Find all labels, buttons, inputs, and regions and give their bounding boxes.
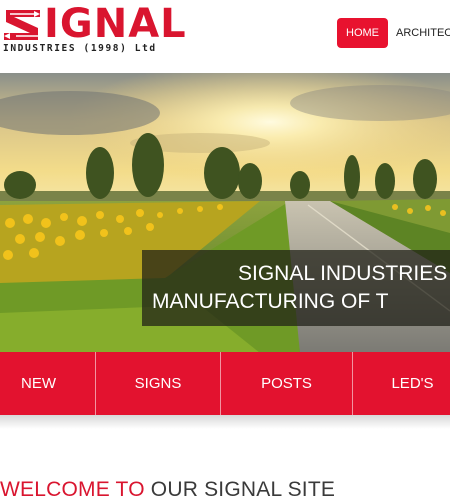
nav-home[interactable]: HOME	[337, 18, 388, 48]
category-leds[interactable]: LED'S	[353, 352, 450, 415]
category-posts[interactable]: POSTS	[221, 352, 353, 415]
hero-caption-line2: MANUFACTURING OF T	[152, 290, 389, 313]
category-bar-shadow	[0, 415, 450, 429]
signal-logo[interactable]: IGNAL INDUSTRIES (1998) Ltd	[0, 2, 200, 58]
nav-architecture[interactable]: ARCHITECTU	[388, 18, 450, 48]
hero-banner: SIGNAL INDUSTRIES H MANUFACTURING OF T	[0, 73, 450, 353]
category-new[interactable]: NEW	[0, 352, 96, 415]
site-header: IGNAL INDUSTRIES (1998) Ltd HOME ARCHITE…	[0, 0, 450, 70]
logo-subtitle: INDUSTRIES (1998) Ltd	[3, 43, 157, 54]
main-nav: HOME ARCHITECTU	[337, 18, 450, 48]
category-signs[interactable]: SIGNS	[96, 352, 221, 415]
welcome-heading-dark: OUR SIGNAL SITE	[150, 478, 336, 500]
welcome-heading-red: WELCOME TO	[0, 478, 145, 500]
logo-wordmark: IGNAL	[44, 1, 187, 47]
category-bar: NEW SIGNS POSTS LED'S	[0, 352, 450, 415]
hero-caption-line1: SIGNAL INDUSTRIES H	[238, 262, 450, 285]
welcome-heading: WELCOME TO OUR SIGNAL SITE	[0, 478, 335, 500]
hero-caption: SIGNAL INDUSTRIES H MANUFACTURING OF T	[142, 250, 450, 326]
